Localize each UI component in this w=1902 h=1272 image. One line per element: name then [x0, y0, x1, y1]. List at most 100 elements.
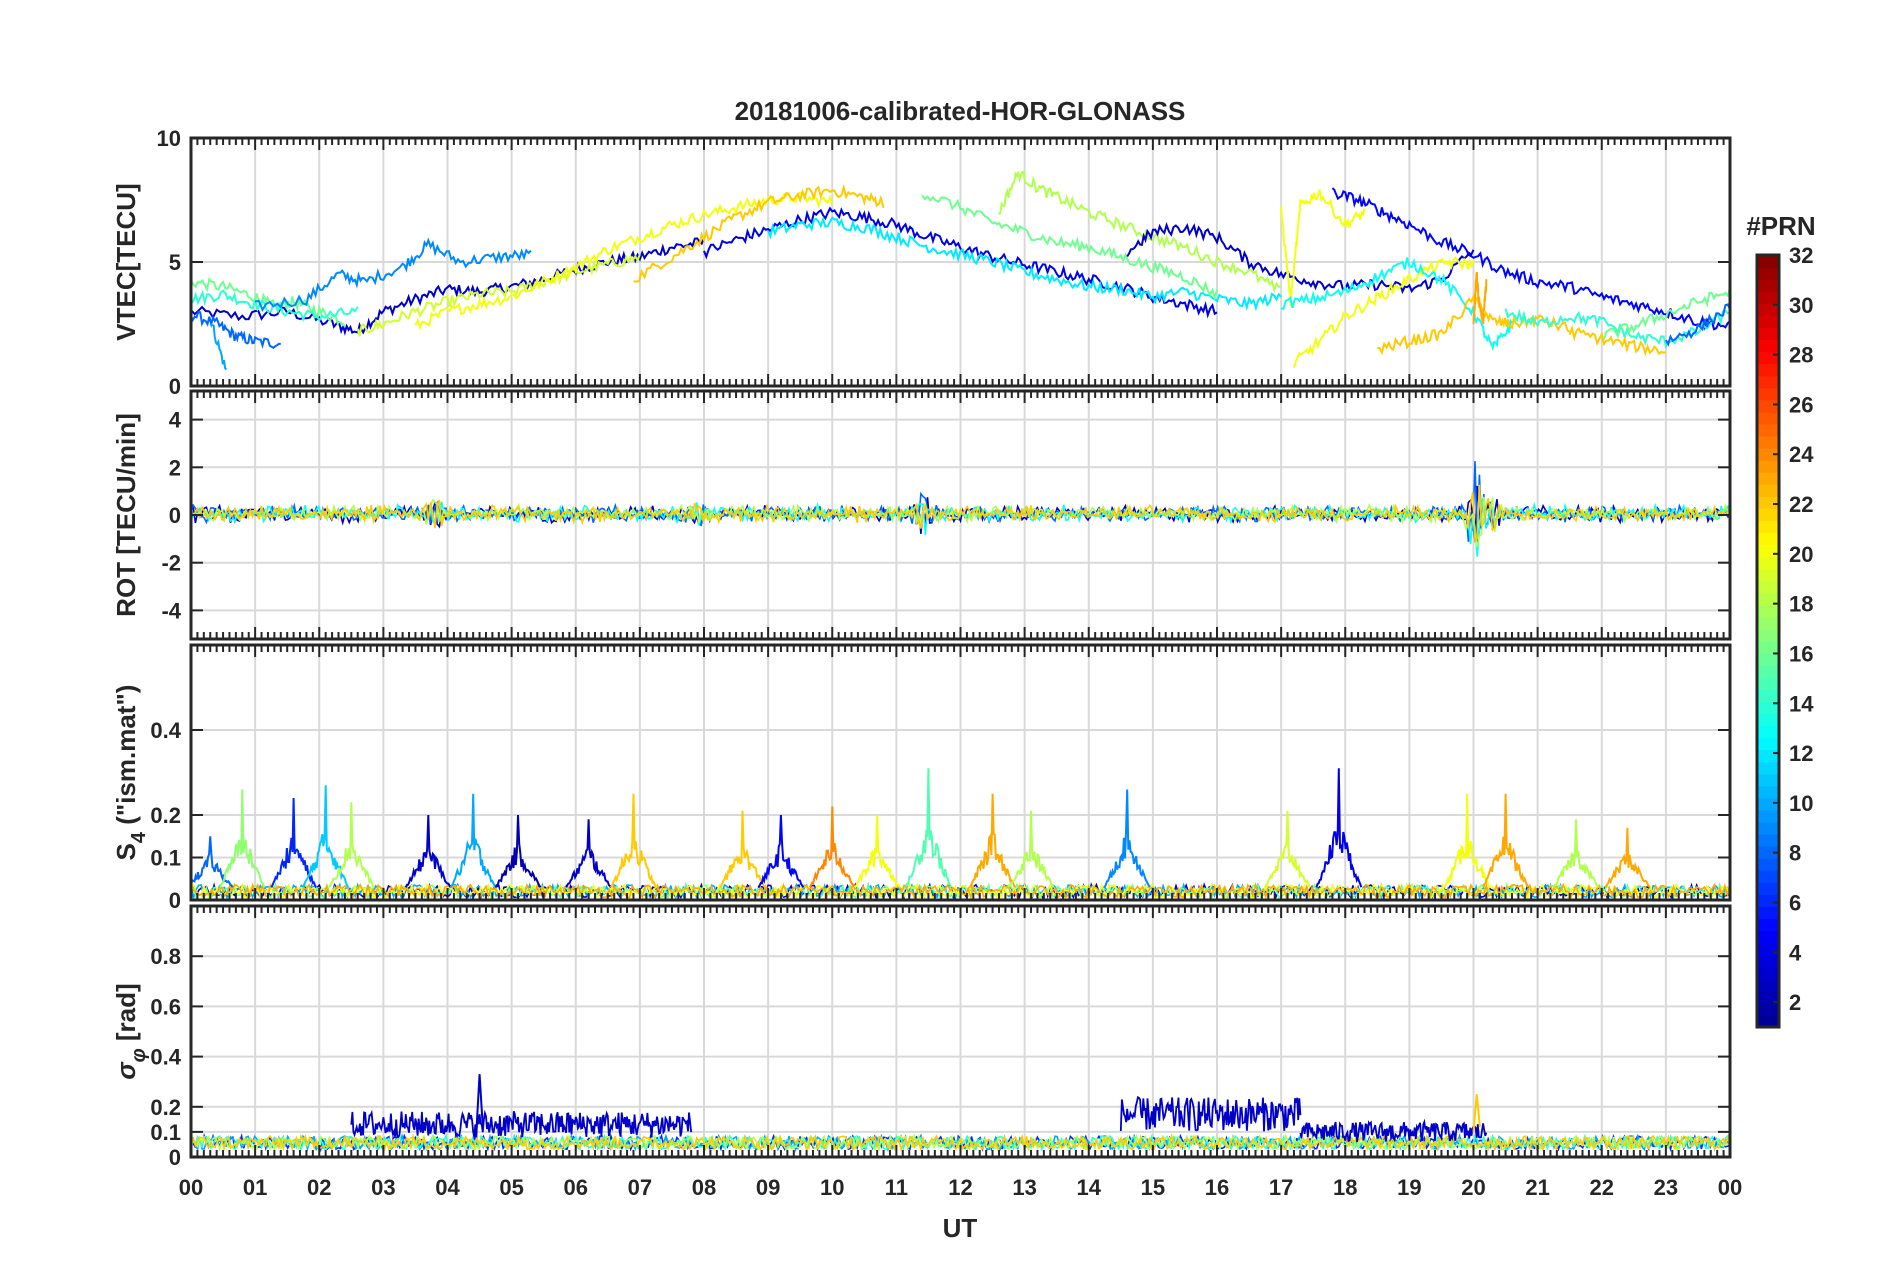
- colorbar-segment: [1757, 665, 1779, 678]
- colorbar-segment: [1757, 773, 1779, 787]
- y-axis-label: VTEC[TECU]: [111, 183, 141, 340]
- y-label-sub: φ: [128, 1048, 150, 1062]
- x-tick-label: 08: [692, 1175, 716, 1200]
- y-tick-label: 0: [169, 1145, 181, 1170]
- colorbar-segment: [1757, 327, 1779, 341]
- colorbar: #PRN 2468101214161820222426283032: [1746, 211, 1816, 1029]
- sigma-phi-panel: 00.10.20.40.60.8σφ [rad]: [111, 904, 1732, 1170]
- colorbar-segment: [1757, 460, 1779, 473]
- colorbar-tick-label: 28: [1789, 343, 1813, 368]
- x-tick-label: 12: [948, 1175, 972, 1200]
- colorbar-segment: [1757, 423, 1779, 437]
- colorbar-tick-label: 6: [1789, 890, 1801, 915]
- x-tick-label: 16: [1205, 1175, 1229, 1200]
- y-tick-label: -4: [161, 598, 181, 623]
- y-tick-label: 0.4: [150, 718, 181, 743]
- colorbar-segment: [1757, 267, 1779, 280]
- x-tick-label: 20: [1461, 1175, 1485, 1200]
- colorbar-tick-label: 10: [1789, 791, 1813, 816]
- colorbar-segment: [1757, 520, 1779, 534]
- x-tick-label: 15: [1141, 1175, 1165, 1200]
- colorbar-segment: [1757, 496, 1779, 509]
- colorbar-tick-label: 8: [1789, 841, 1801, 866]
- x-tick-label: 10: [820, 1175, 844, 1200]
- x-tick-label: 03: [371, 1175, 395, 1200]
- y-tick-label: 4: [169, 408, 182, 433]
- colorbar-segment: [1757, 761, 1779, 775]
- colorbar-segment: [1757, 797, 1779, 811]
- colorbar-segment: [1757, 411, 1779, 425]
- colorbar-segment: [1757, 689, 1779, 702]
- x-tick-labels: 00 01 02 03 04 05 06 07 08 09 10 11 12 13 14 15 16 17 18 19…: [179, 1175, 1742, 1200]
- colorbar-segment: [1757, 279, 1779, 292]
- colorbar-tick-label: 18: [1789, 592, 1813, 617]
- colorbar-segment: [1757, 725, 1779, 739]
- y-tick-label: 0.2: [150, 1095, 181, 1120]
- colorbar-segment: [1757, 785, 1779, 799]
- x-tick-label: 14: [1077, 1175, 1102, 1200]
- colorbar-segment: [1757, 375, 1779, 389]
- x-tick-label: 21: [1525, 1175, 1549, 1200]
- colorbar-segment: [1757, 556, 1779, 570]
- y-tick-label: 0.6: [150, 994, 181, 1019]
- y-label-rest: ("ism.mat"): [111, 685, 141, 832]
- x-tick-label: 07: [628, 1175, 652, 1200]
- y-tick-label: 0.2: [150, 803, 181, 828]
- colorbar-segment: [1757, 315, 1779, 328]
- colorbar-tick-label: 24: [1789, 442, 1814, 467]
- colorbar-segment: [1757, 604, 1779, 618]
- colorbar-segment: [1757, 387, 1779, 401]
- colorbar-segment: [1757, 882, 1779, 895]
- colorbar-tick-label: 14: [1789, 691, 1814, 716]
- x-tick-label: 19: [1397, 1175, 1421, 1200]
- x-axis-label: UT: [943, 1213, 978, 1243]
- x-tick-label: 02: [307, 1175, 331, 1200]
- colorbar-segment: [1757, 435, 1779, 449]
- x-tick-label: 00: [179, 1175, 203, 1200]
- colorbar-segment: [1757, 870, 1779, 883]
- colorbar-segment: [1757, 616, 1779, 630]
- colorbar-segment: [1757, 544, 1779, 558]
- colorbar-tick-label: 32: [1789, 243, 1813, 268]
- x-tick-label: 11: [885, 1175, 908, 1200]
- colorbar-segment: [1757, 821, 1779, 835]
- y-axis-label: S4 ("ism.mat"): [111, 685, 150, 861]
- colorbar-segment: [1757, 737, 1779, 751]
- x-tick-label: 04: [435, 1175, 460, 1200]
- x-tick-label: 23: [1654, 1175, 1678, 1200]
- y-tick-label: 0.4: [150, 1045, 181, 1070]
- x-tick-label: 17: [1269, 1175, 1293, 1200]
- x-tick-label: 06: [564, 1175, 588, 1200]
- y-tick-label: 0.8: [150, 944, 181, 969]
- colorbar-segment: [1757, 363, 1779, 377]
- colorbar-segment: [1757, 954, 1779, 968]
- colorbar-segment: [1757, 399, 1779, 413]
- s4-panel: 0 0.1 0.2 0.4S4 ("ism.mat"): [111, 643, 1732, 913]
- colorbar-segment: [1757, 942, 1779, 956]
- y-label-main: σ: [111, 1061, 141, 1080]
- colorbar-segment: [1757, 351, 1779, 365]
- colorbar-tick-label: 16: [1789, 641, 1813, 666]
- y-axis-label: ROT [TECU/min]: [111, 413, 141, 617]
- x-tick-label: 05: [499, 1175, 523, 1200]
- colorbar-segment: [1757, 580, 1779, 594]
- colorbar-segment: [1757, 484, 1779, 497]
- colorbar-tick-label: 12: [1789, 741, 1813, 766]
- colorbar-tick-label: 22: [1789, 492, 1813, 517]
- colorbar-segment: [1757, 918, 1779, 932]
- colorbar-title: #PRN: [1746, 211, 1815, 241]
- chart-title: 20181006-calibrated-HOR-GLONASS: [735, 96, 1186, 126]
- colorbar-segment: [1757, 809, 1779, 823]
- y-tick-label: 0: [169, 888, 181, 913]
- colorbar-segment: [1757, 978, 1779, 992]
- colorbar-segment: [1757, 291, 1779, 304]
- colorbar-segment: [1757, 653, 1779, 666]
- colorbar-segment: [1757, 858, 1779, 871]
- x-tick-label: 09: [756, 1175, 780, 1200]
- x-tick-label: 00: [1718, 1175, 1742, 1200]
- colorbar-tick-label: 30: [1789, 293, 1813, 318]
- colorbar-segment: [1757, 255, 1779, 268]
- colorbar-segment: [1757, 966, 1779, 980]
- colorbar-segment: [1757, 894, 1779, 907]
- colorbar-segment: [1757, 677, 1779, 690]
